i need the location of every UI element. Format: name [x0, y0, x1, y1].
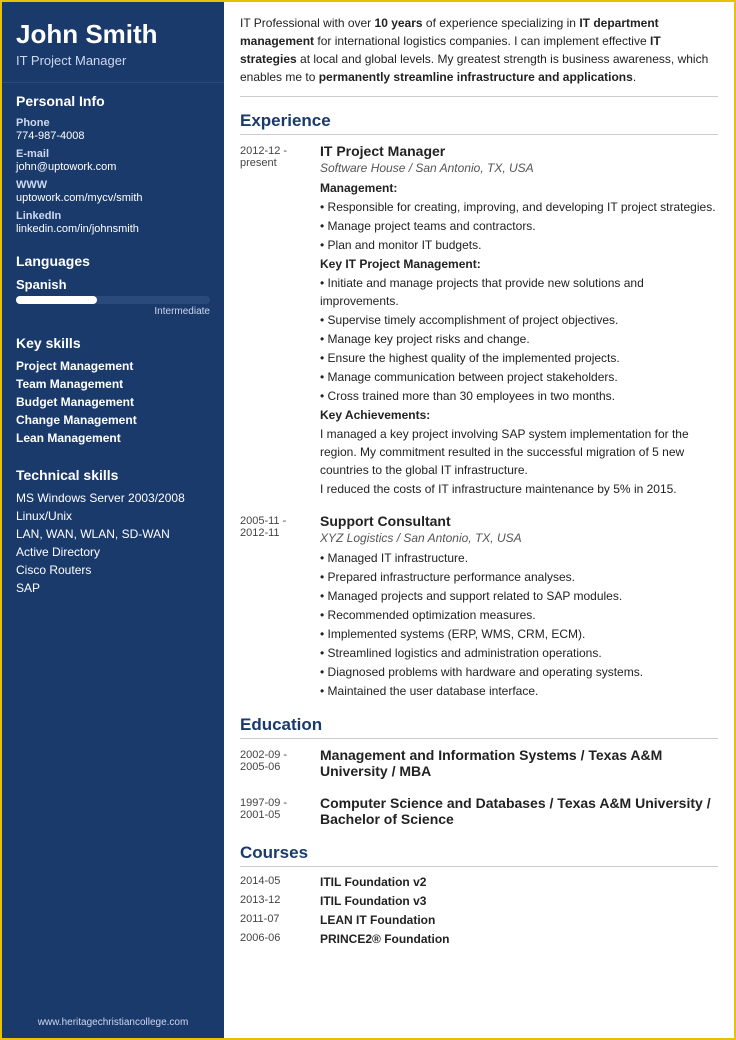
- experience-title: Experience: [240, 111, 718, 135]
- entry-content: Computer Science and Databases / Texas A…: [320, 795, 718, 829]
- entry-date: 2002-09 -2005-06: [240, 747, 320, 781]
- course-name: PRINCE2® Foundation: [320, 932, 450, 946]
- languages-title: Languages: [16, 253, 210, 269]
- education-section: Education 2002-09 -2005-06 Management an…: [240, 715, 718, 829]
- course-row: 2014-05 ITIL Foundation v2: [240, 875, 718, 889]
- keyskills-title: Key skills: [16, 335, 210, 351]
- main-content: IT Professional with over 10 years of ex…: [224, 2, 734, 1038]
- entry-date: 2012-12 -present: [240, 143, 320, 499]
- degree: Computer Science and Databases / Texas A…: [320, 795, 718, 827]
- job-description: • Managed IT infrastructure. • Prepared …: [320, 549, 718, 700]
- course-name: LEAN IT Foundation: [320, 913, 435, 927]
- language-name: Spanish: [16, 277, 210, 292]
- skill-item: Change Management: [16, 413, 210, 427]
- personal-info-title: Personal Info: [16, 93, 210, 109]
- www-label: WWW: [16, 179, 210, 191]
- entry-content: Support Consultant XYZ Logistics / San A…: [320, 513, 718, 701]
- tech-item: Linux/Unix: [16, 509, 210, 523]
- email-value: john@uptowork.com: [16, 161, 210, 173]
- linkedin-label: LinkedIn: [16, 210, 210, 222]
- entry-date: 2005-11 -2012-11: [240, 513, 320, 701]
- entry-date: 1997-09 -2001-05: [240, 795, 320, 829]
- experience-section: Experience 2012-12 -present IT Project M…: [240, 111, 718, 701]
- company: XYZ Logistics / San Antonio, TX, USA: [320, 531, 718, 545]
- skill-item: Lean Management: [16, 431, 210, 445]
- courses-title: Courses: [240, 843, 718, 867]
- job-title: Support Consultant: [320, 513, 718, 529]
- phone-value: 774-987-4008: [16, 130, 210, 142]
- languages-section: Languages Spanish Intermediate: [2, 243, 224, 325]
- candidate-title: IT Project Manager: [16, 53, 210, 68]
- email-label: E-mail: [16, 148, 210, 160]
- courses-section: Courses 2014-05 ITIL Foundation v2 2013-…: [240, 843, 718, 946]
- phone-label: Phone: [16, 117, 210, 129]
- skill-item: Project Management: [16, 359, 210, 373]
- skill-item: Budget Management: [16, 395, 210, 409]
- course-row: 2006-06 PRINCE2® Foundation: [240, 932, 718, 946]
- skill-item: Team Management: [16, 377, 210, 391]
- tech-item: LAN, WAN, WLAN, SD-WAN: [16, 527, 210, 541]
- language-level: Intermediate: [16, 306, 210, 317]
- tech-item: MS Windows Server 2003/2008: [16, 491, 210, 505]
- job-description: Management: • Responsible for creating, …: [320, 179, 718, 498]
- candidate-name: John Smith: [16, 20, 210, 49]
- keyskills-section: Key skills Project Management Team Manag…: [2, 325, 224, 457]
- course-date: 2013-12: [240, 894, 320, 908]
- experience-entry: 2012-12 -present IT Project Manager Soft…: [240, 143, 718, 499]
- linkedin-value: linkedin.com/in/johnsmith: [16, 223, 210, 235]
- tech-item: Cisco Routers: [16, 563, 210, 577]
- www-value: uptowork.com/mycv/smith: [16, 192, 210, 204]
- techskills-title: Technical skills: [16, 467, 210, 483]
- education-entry: 1997-09 -2001-05 Computer Science and Da…: [240, 795, 718, 829]
- course-date: 2014-05: [240, 875, 320, 889]
- sidebar: John Smith IT Project Manager Personal I…: [2, 2, 224, 1038]
- course-date: 2006-06: [240, 932, 320, 946]
- sidebar-footer: www.heritagechristiancollege.com: [2, 1007, 224, 1038]
- entry-content: IT Project Manager Software House / San …: [320, 143, 718, 499]
- course-row: 2013-12 ITIL Foundation v3: [240, 894, 718, 908]
- degree: Management and Information Systems / Tex…: [320, 747, 718, 779]
- language-bar-fill: [16, 296, 97, 304]
- summary-section: IT Professional with over 10 years of ex…: [240, 14, 718, 97]
- course-name: ITIL Foundation v2: [320, 875, 426, 889]
- language-bar: [16, 296, 210, 304]
- personal-info-section: Personal Info Phone 774-987-4008 E-mail …: [2, 83, 224, 243]
- education-title: Education: [240, 715, 718, 739]
- entry-content: Management and Information Systems / Tex…: [320, 747, 718, 781]
- sidebar-header: John Smith IT Project Manager: [2, 2, 224, 83]
- techskills-section: Technical skills MS Windows Server 2003/…: [2, 457, 224, 607]
- course-date: 2011-07: [240, 913, 320, 927]
- tech-item: SAP: [16, 581, 210, 595]
- course-name: ITIL Foundation v3: [320, 894, 426, 908]
- job-title: IT Project Manager: [320, 143, 718, 159]
- education-entry: 2002-09 -2005-06 Management and Informat…: [240, 747, 718, 781]
- company: Software House / San Antonio, TX, USA: [320, 161, 718, 175]
- tech-item: Active Directory: [16, 545, 210, 559]
- course-row: 2011-07 LEAN IT Foundation: [240, 913, 718, 927]
- experience-entry: 2005-11 -2012-11 Support Consultant XYZ …: [240, 513, 718, 701]
